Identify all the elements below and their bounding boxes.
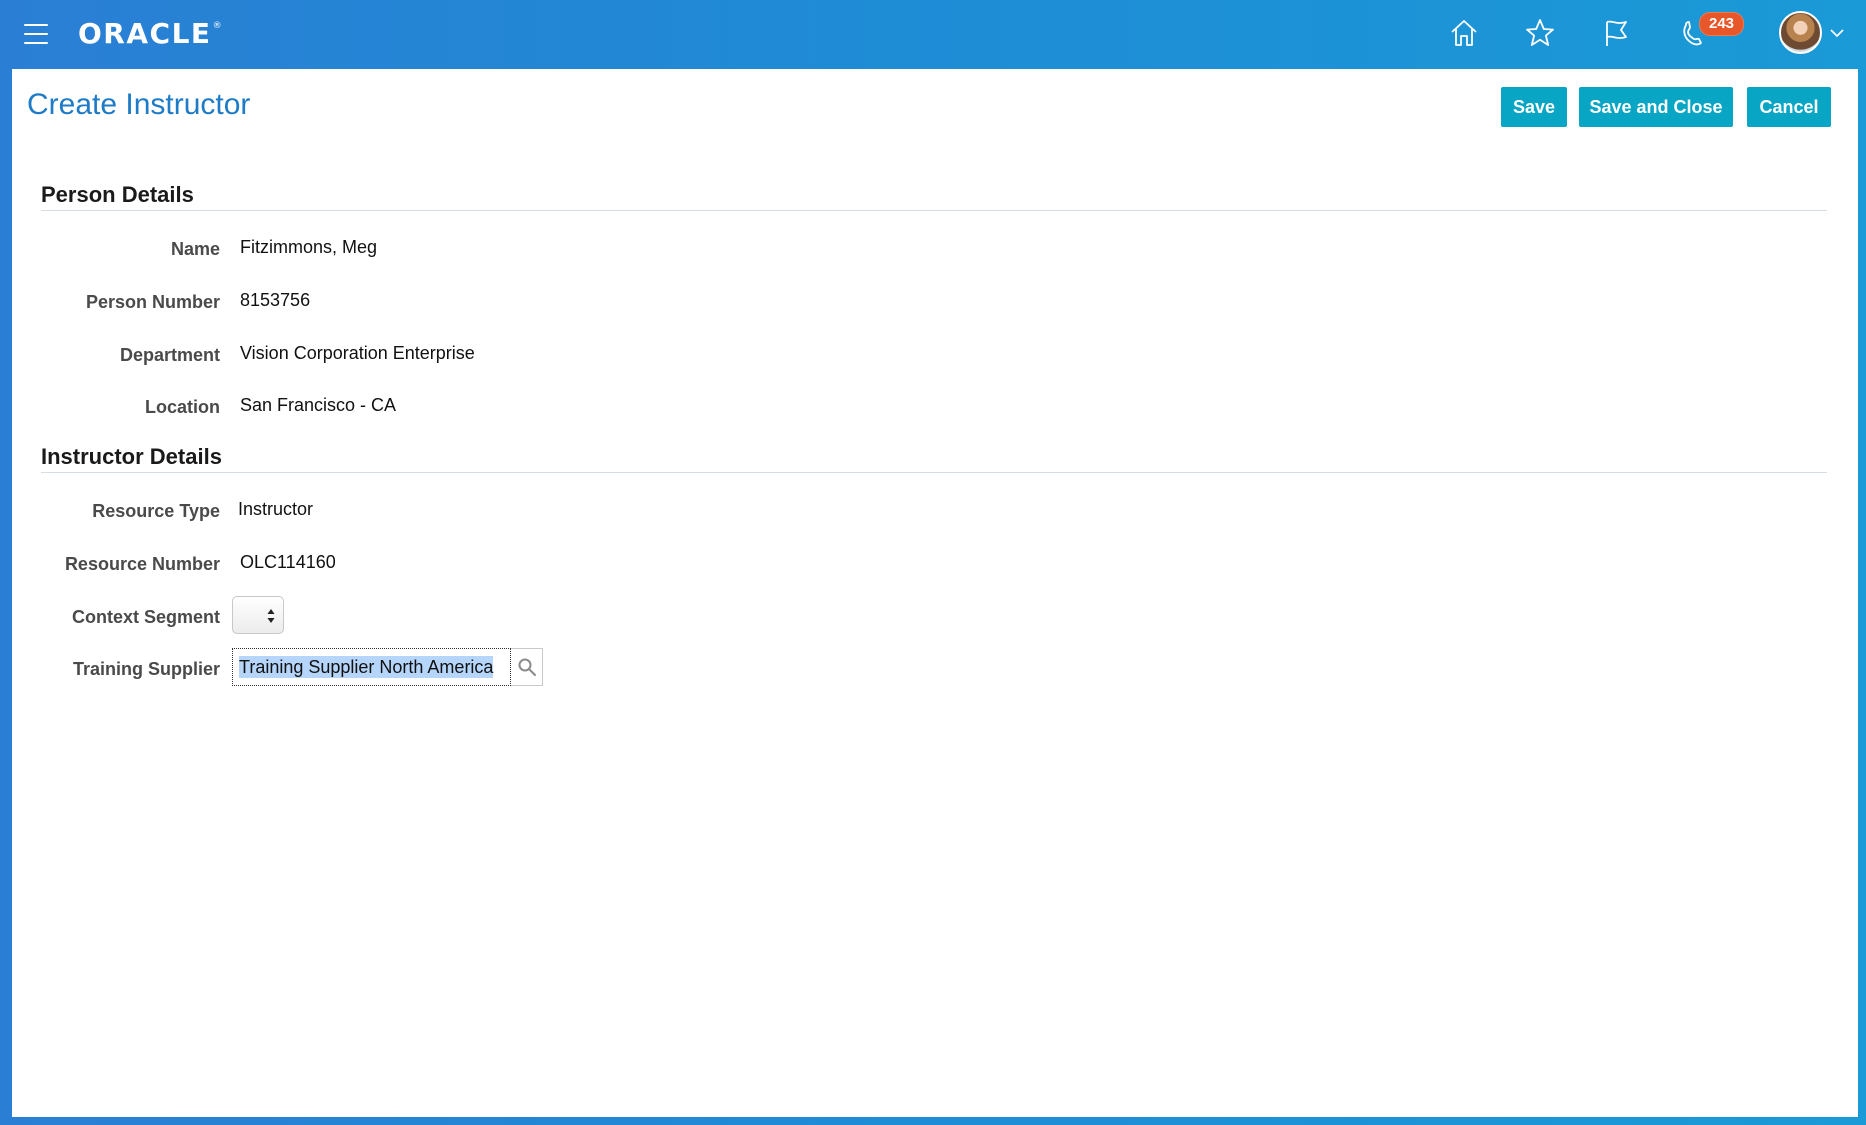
global-header: ORACLE® 243 bbox=[0, 0, 1866, 69]
brand-text: ORACLE bbox=[78, 17, 212, 50]
person-number-label: Person Number bbox=[85, 292, 220, 312]
department-value: Vision Corporation Enterprise bbox=[240, 343, 475, 363]
save-button[interactable]: Save bbox=[1501, 87, 1567, 127]
save-and-close-button[interactable]: Save and Close bbox=[1579, 87, 1733, 127]
person-number-value: 8153756 bbox=[240, 290, 311, 310]
notification-count-badge: 243 bbox=[1699, 12, 1745, 36]
location-value: San Francisco - CA bbox=[240, 395, 397, 415]
avatar[interactable] bbox=[1779, 11, 1822, 54]
location-label: Location bbox=[145, 397, 220, 417]
training-supplier-value: Training Supplier North America bbox=[239, 656, 494, 678]
star-icon[interactable] bbox=[1522, 15, 1558, 51]
section-divider bbox=[41, 210, 1827, 211]
section-divider bbox=[41, 472, 1827, 473]
training-supplier-input[interactable]: Training Supplier North America bbox=[232, 648, 511, 686]
search-icon[interactable] bbox=[511, 648, 543, 686]
main-panel: Create Instructor Save Save and Close Ca… bbox=[12, 69, 1858, 1117]
resource-number-value: OLC114160 bbox=[240, 552, 336, 572]
training-supplier-label: Training Supplier bbox=[72, 659, 220, 679]
resource-type-value: Instructor bbox=[238, 499, 314, 519]
page-title: Create Instructor bbox=[27, 88, 251, 121]
instructor-details-heading: Instructor Details bbox=[41, 444, 222, 469]
name-value: Fitzimmons, Meg bbox=[240, 237, 378, 257]
brand-mark: ® bbox=[212, 21, 224, 31]
chevron-down-icon[interactable] bbox=[1829, 26, 1845, 40]
department-label: Department bbox=[119, 345, 220, 365]
home-icon[interactable] bbox=[1446, 15, 1482, 51]
flag-icon[interactable] bbox=[1598, 15, 1634, 51]
resource-number-label: Resource Number bbox=[64, 554, 220, 574]
context-segment-select[interactable] bbox=[232, 596, 284, 634]
select-arrows-icon bbox=[267, 609, 275, 623]
cancel-button[interactable]: Cancel bbox=[1747, 87, 1831, 127]
name-label: Name bbox=[170, 239, 220, 259]
resource-type-label: Resource Type bbox=[92, 501, 220, 521]
person-details-heading: Person Details bbox=[41, 182, 194, 207]
oracle-logo[interactable]: ORACLE® bbox=[78, 17, 223, 50]
menu-icon[interactable] bbox=[24, 24, 48, 44]
context-segment-label: Context Segment bbox=[71, 607, 220, 627]
